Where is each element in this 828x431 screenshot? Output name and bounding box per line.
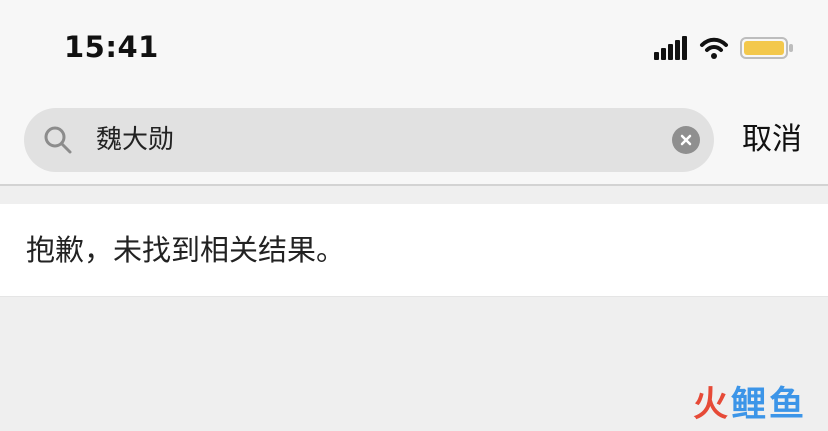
- watermark-char-2: 鲤: [730, 385, 766, 425]
- wifi-icon: [698, 36, 730, 64]
- search-field[interactable]: 魏大勋: [24, 108, 714, 172]
- content-gap: [0, 186, 828, 204]
- search-query[interactable]: 魏大勋: [96, 123, 174, 157]
- battery-icon: [740, 36, 794, 64]
- watermark-char-3: 鱼: [768, 385, 804, 425]
- search-icon: [42, 124, 74, 156]
- watermark-char-1: 火: [692, 385, 728, 425]
- watermark-logo: 火 鲤 鱼: [693, 385, 804, 425]
- status-icons: [654, 36, 794, 64]
- result-panel: 抱歉，未找到相关结果。: [0, 204, 828, 297]
- clear-search-button[interactable]: [672, 126, 700, 154]
- search-row: 魏大勋 取消: [0, 108, 828, 172]
- cancel-button[interactable]: 取消: [742, 122, 802, 158]
- status-bar: 15:41: [0, 0, 828, 92]
- signal-bars-icon: [654, 36, 688, 64]
- search-screen: 15:41 魏大勋 取消 抱歉，未找到相关结果。 火 鲤 鱼: [0, 0, 828, 431]
- clear-circle-icon: [680, 134, 692, 146]
- empty-result-message: 抱歉，未找到相关结果。: [26, 233, 346, 267]
- status-time: 15:41: [64, 30, 159, 64]
